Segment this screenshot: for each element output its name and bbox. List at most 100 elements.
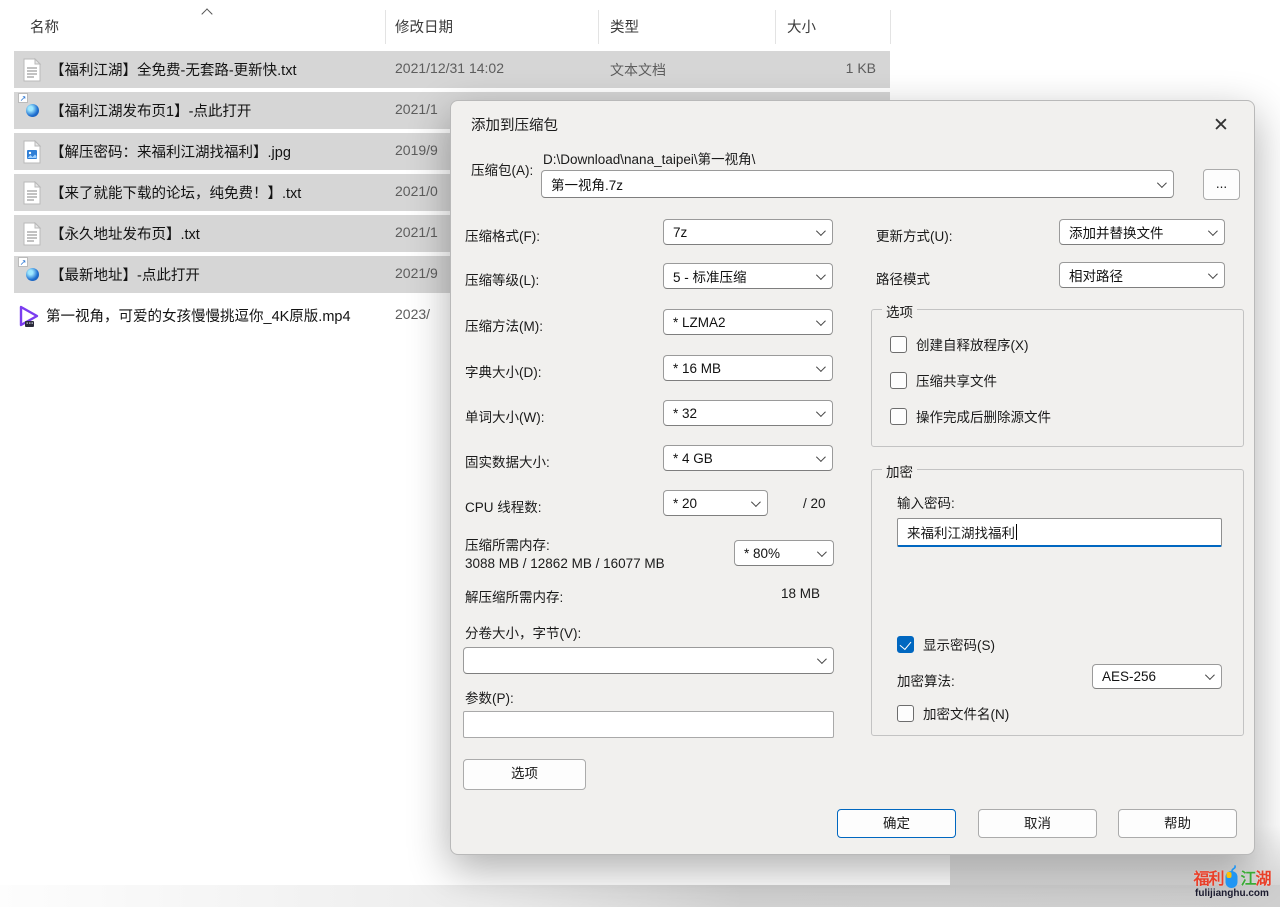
checkbox-icon <box>897 705 914 722</box>
file-date: 2021/1 <box>395 101 438 117</box>
encryption-method-select[interactable]: AES-256 <box>1092 664 1222 689</box>
solid-block-select[interactable]: * 4 GB <box>663 445 833 471</box>
encryption-group: 加密 输入密码: 来福利江湖找福利 显示密码(S) 加密算法: AES-256 … <box>871 469 1244 736</box>
column-divider <box>775 10 776 44</box>
format-label: 压缩格式(F): <box>465 225 540 245</box>
edge-shortcut-icon: ↗ <box>22 100 44 123</box>
password-label: 输入密码: <box>897 492 955 512</box>
file-row[interactable]: 【福利江湖】全免费-无套路-更新快.txt 2021/12/31 14:02 文… <box>0 51 900 88</box>
level-select[interactable]: 5 - 标准压缩 <box>663 263 833 289</box>
browse-button[interactable]: ... <box>1203 169 1240 200</box>
show-password-checkbox[interactable]: 显示密码(S) <box>897 634 995 654</box>
sort-ascending-icon <box>201 8 212 19</box>
checkbox-label: 创建自释放程序(X) <box>916 334 1029 354</box>
logo-char-jiang: 江湖 <box>1240 871 1270 888</box>
combo-value: * 20 <box>673 496 745 511</box>
word-size-select[interactable]: * 32 <box>663 400 833 426</box>
mouse-icon <box>1224 865 1239 889</box>
combo-value: * 32 <box>673 406 810 421</box>
file-date: 2021/12/31 14:02 <box>395 60 504 76</box>
file-date: 2021/0 <box>395 183 438 199</box>
cpu-threads-label: CPU 线程数: <box>465 496 542 516</box>
list-header: 名称 修改日期 类型 大小 <box>0 8 900 46</box>
checkbox-icon <box>897 636 914 653</box>
memory-usage-label: 压缩所需内存: <box>465 534 550 554</box>
bottom-strip <box>0 885 1280 907</box>
checkbox-label: 操作完成后删除源文件 <box>916 406 1051 426</box>
chevron-down-icon <box>816 226 826 236</box>
chevron-down-icon <box>1208 226 1218 236</box>
method-select[interactable]: * LZMA2 <box>663 309 833 335</box>
column-divider <box>385 10 386 44</box>
method-label: 压缩方法(M): <box>465 315 543 335</box>
file-date: 2021/9 <box>395 265 438 281</box>
ok-button[interactable]: 确定 <box>837 809 956 838</box>
chevron-down-icon <box>1157 178 1167 188</box>
file-name: 【永久地址发布页】.txt <box>50 223 200 244</box>
decompress-memory-value: 18 MB <box>781 586 820 601</box>
checkbox-label: 加密文件名(N) <box>923 703 1009 723</box>
cpu-threads-select[interactable]: * 20 <box>663 490 768 516</box>
volume-size-select[interactable] <box>463 647 834 674</box>
file-date: 2023/ <box>395 306 430 322</box>
combo-value: 相对路径 <box>1069 265 1202 285</box>
column-header-name[interactable]: 名称 <box>30 16 59 37</box>
combo-value: 添加并替换文件 <box>1069 222 1202 242</box>
encrypt-filenames-checkbox[interactable]: 加密文件名(N) <box>897 703 1009 723</box>
combo-value: * 16 MB <box>673 361 810 376</box>
logo-text-right: 江湖 <box>1240 865 1270 889</box>
format-select[interactable]: 7z <box>663 219 833 245</box>
dialog-title: 添加到压缩包 <box>471 114 558 135</box>
chevron-down-icon <box>816 407 826 417</box>
dictionary-select[interactable]: * 16 MB <box>663 355 833 381</box>
file-size: 1 KB <box>846 60 876 76</box>
archive-path: D:\Download\nana_taipei\第一视角\ <box>543 148 755 168</box>
chevron-down-icon <box>816 316 826 326</box>
checkbox-icon <box>890 372 907 389</box>
combo-value: 7z <box>673 225 810 240</box>
help-button[interactable]: 帮助 <box>1118 809 1237 838</box>
checkbox-label: 显示密码(S) <box>923 634 995 654</box>
combo-value: * LZMA2 <box>673 315 810 330</box>
close-icon[interactable]: ✕ <box>1206 111 1236 141</box>
level-label: 压缩等级(L): <box>465 269 539 289</box>
column-divider <box>598 10 599 44</box>
options-group-title: 选项 <box>882 301 917 321</box>
password-input[interactable]: 来福利江湖找福利 <box>897 518 1222 547</box>
fulijianghu-logo: 福利 江湖 fulijianghu.com <box>1189 865 1275 899</box>
column-header-type[interactable]: 类型 <box>610 16 639 37</box>
file-date: 2019/9 <box>395 142 438 158</box>
logo-text-left: 福利 <box>1193 865 1223 889</box>
column-header-date[interactable]: 修改日期 <box>395 16 453 37</box>
update-mode-select[interactable]: 添加并替换文件 <box>1059 219 1225 245</box>
archive-name-value: 第一视角.7z <box>551 174 1151 194</box>
compress-shared-checkbox[interactable]: 压缩共享文件 <box>890 370 997 390</box>
checkbox-label: 压缩共享文件 <box>916 370 997 390</box>
column-header-size[interactable]: 大小 <box>787 16 816 37</box>
chevron-down-icon <box>816 452 826 462</box>
combo-value: * 4 GB <box>673 451 810 466</box>
file-name: 第一视角，可爱的女孩慢慢挑逗你_4K原版.mp4 <box>46 305 351 326</box>
parameters-label: 参数(P): <box>465 687 514 707</box>
parameters-input[interactable] <box>463 711 834 738</box>
checkbox-icon <box>890 408 907 425</box>
file-type: 文本文档 <box>610 60 666 80</box>
delete-after-checkbox[interactable]: 操作完成后删除源文件 <box>890 406 1051 426</box>
archive-name-select[interactable]: 第一视角.7z <box>541 170 1174 198</box>
chevron-down-icon <box>816 270 826 280</box>
path-mode-select[interactable]: 相对路径 <box>1059 262 1225 288</box>
image-file-icon <box>22 140 44 163</box>
solid-block-label: 固实数据大小: <box>465 451 550 471</box>
volume-size-label: 分卷大小，字节(V): <box>465 622 581 642</box>
options-button[interactable]: 选项 <box>463 759 586 790</box>
password-value: 来福利江湖找福利 <box>907 522 1015 542</box>
archive-label: 压缩包(A): <box>471 159 533 179</box>
video-file-icon <box>16 303 38 326</box>
memory-usage-select[interactable]: * 80% <box>734 540 834 566</box>
memory-usage-detail: 3088 MB / 12862 MB / 16077 MB <box>465 556 665 571</box>
word-size-label: 单词大小(W): <box>465 406 544 426</box>
path-mode-label: 路径模式 <box>876 268 930 288</box>
create-sfx-checkbox[interactable]: 创建自释放程序(X) <box>890 334 1029 354</box>
cancel-button[interactable]: 取消 <box>978 809 1097 838</box>
chevron-down-icon <box>817 547 827 557</box>
